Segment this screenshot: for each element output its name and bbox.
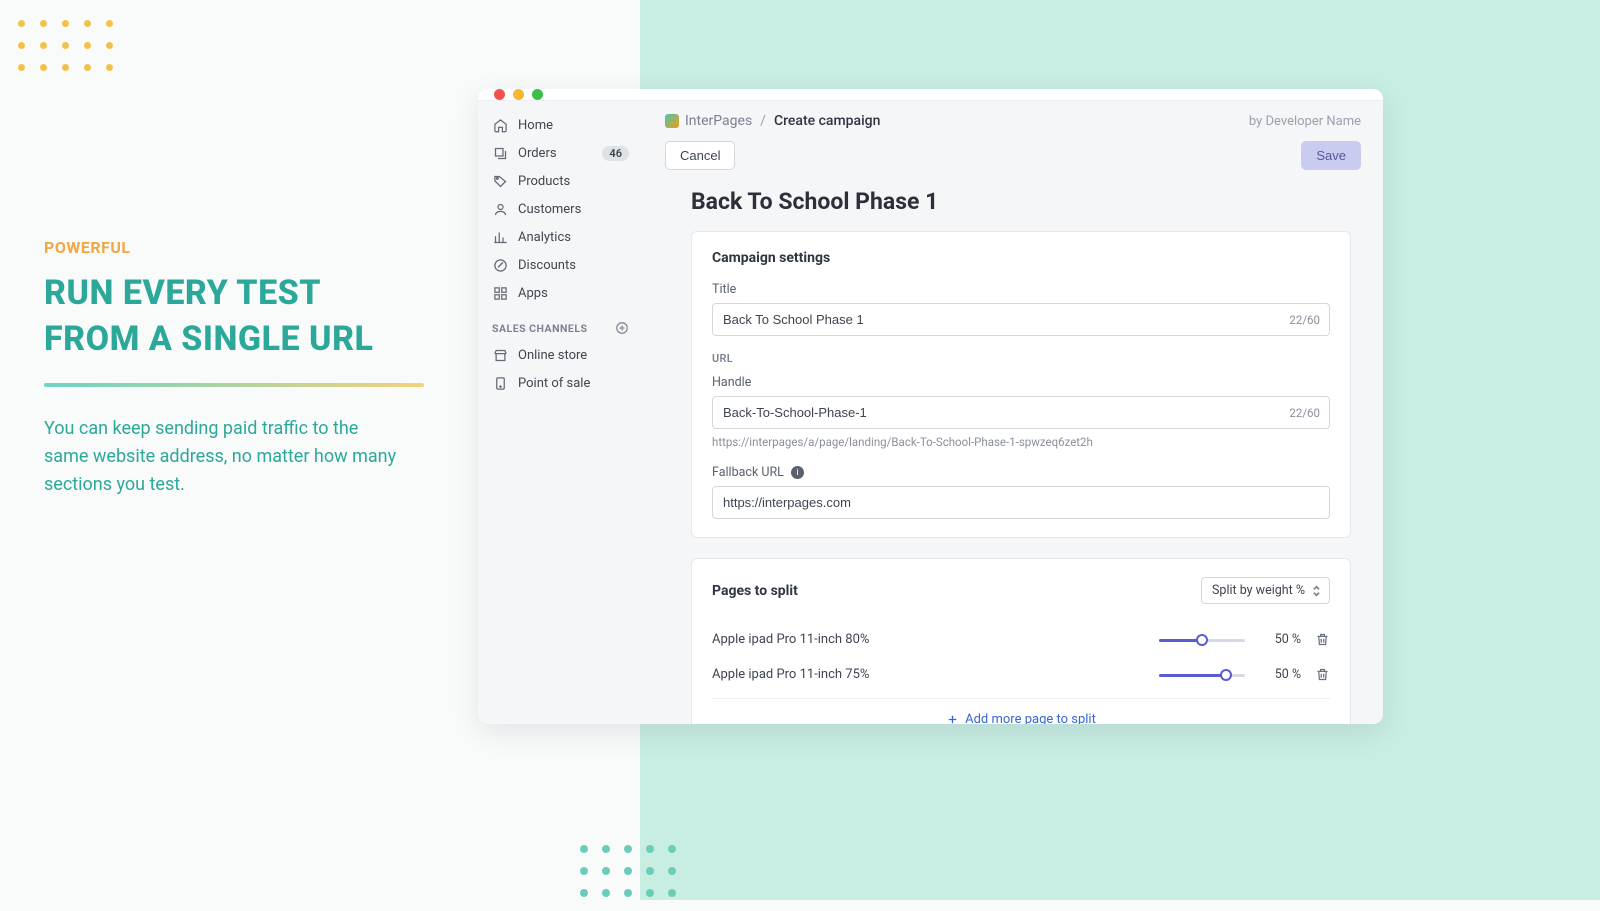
- info-icon[interactable]: i: [791, 466, 804, 479]
- brand-name: InterPages: [685, 113, 752, 129]
- app-brand[interactable]: InterPages: [665, 113, 752, 129]
- orders-badge: 46: [602, 146, 629, 161]
- pos-icon: [492, 375, 508, 391]
- maximize-icon[interactable]: [532, 89, 543, 100]
- url-section-label: URL: [712, 352, 1330, 365]
- sidebar-item-analytics[interactable]: Analytics: [478, 223, 643, 251]
- byline: by Developer Name: [1249, 114, 1361, 129]
- sidebar-item-orders[interactable]: Orders 46: [478, 139, 643, 167]
- sidebar-item-label: Point of sale: [518, 376, 629, 391]
- customers-icon: [492, 201, 508, 217]
- orders-icon: [492, 145, 508, 161]
- brand-logo-icon: [665, 114, 679, 128]
- marketing-copy: POWERFUL RUN EVERY TEST FROM A SINGLE UR…: [44, 238, 424, 498]
- sidebar-item-customers[interactable]: Customers: [478, 195, 643, 223]
- breadcrumb-separator: /: [760, 113, 766, 129]
- body-copy: You can keep sending paid traffic to the…: [44, 415, 404, 499]
- title-counter: 22/60: [1289, 313, 1320, 327]
- store-icon: [492, 347, 508, 363]
- products-icon: [492, 173, 508, 189]
- decoration-dots-top: [18, 20, 124, 82]
- delete-row-button[interactable]: [1315, 632, 1330, 647]
- sidebar-item-label: Apps: [518, 286, 629, 301]
- add-channel-icon[interactable]: [615, 321, 629, 335]
- fallback-input[interactable]: [712, 486, 1330, 519]
- decoration-dots-bottom: [580, 845, 690, 911]
- split-page-name: Apple ipad Pro 11-inch 75%: [712, 667, 1145, 682]
- weight-slider[interactable]: [1159, 668, 1245, 682]
- sidebar: Home Orders 46 Products Customers Analyt…: [478, 101, 643, 724]
- handle-hint: https://interpages/a/page/landing/Back-T…: [712, 435, 1330, 449]
- sidebar-item-label: Analytics: [518, 230, 629, 245]
- breadcrumb-current: Create campaign: [774, 113, 880, 129]
- section-label: SALES CHANNELS: [492, 322, 587, 335]
- split-row: Apple ipad Pro 11-inch 75% 50 %: [712, 657, 1330, 692]
- sidebar-item-label: Orders: [518, 146, 592, 161]
- page-title: Back To School Phase 1: [691, 188, 1351, 215]
- sidebar-item-products[interactable]: Products: [478, 167, 643, 195]
- save-button[interactable]: Save: [1301, 141, 1361, 170]
- sidebar-item-label: Discounts: [518, 258, 629, 273]
- campaign-settings-card: Campaign settings Title 22/60 URL Handle…: [691, 231, 1351, 538]
- headline: RUN EVERY TEST FROM A SINGLE URL: [44, 271, 424, 363]
- card-title: Pages to split: [712, 583, 798, 599]
- title-label: Title: [712, 282, 1330, 297]
- add-page-button[interactable]: Add more page to split: [946, 712, 1096, 724]
- sidebar-item-pos[interactable]: Point of sale: [478, 369, 643, 397]
- handle-label: Handle: [712, 375, 1330, 390]
- app-window: Home Orders 46 Products Customers Analyt…: [478, 89, 1383, 724]
- sidebar-item-discounts[interactable]: Discounts: [478, 251, 643, 279]
- title-input[interactable]: [712, 303, 1330, 336]
- minimize-icon[interactable]: [513, 89, 524, 100]
- handle-counter: 22/60: [1289, 406, 1320, 420]
- sidebar-section-channels: SALES CHANNELS: [478, 307, 643, 341]
- chevron-updown-icon: [1312, 585, 1321, 597]
- sidebar-item-label: Online store: [518, 348, 629, 363]
- sidebar-item-home[interactable]: Home: [478, 111, 643, 139]
- home-icon: [492, 117, 508, 133]
- sidebar-item-label: Customers: [518, 202, 629, 217]
- eyebrow: POWERFUL: [44, 238, 424, 257]
- cancel-button[interactable]: Cancel: [665, 141, 735, 170]
- sidebar-item-apps[interactable]: Apps: [478, 279, 643, 307]
- sidebar-item-label: Home: [518, 118, 629, 133]
- split-row: Apple ipad Pro 11-inch 80% 50 %: [712, 622, 1330, 657]
- split-mode-select[interactable]: Split by weight %: [1201, 577, 1330, 604]
- card-title: Campaign settings: [712, 250, 1330, 266]
- add-page-label: Add more page to split: [965, 712, 1096, 724]
- weight-value: 50 %: [1259, 667, 1301, 682]
- discounts-icon: [492, 257, 508, 273]
- window-chrome: [478, 89, 1383, 100]
- apps-icon: [492, 285, 508, 301]
- weight-value: 50 %: [1259, 632, 1301, 647]
- breadcrumb: InterPages / Create campaign by Develope…: [643, 101, 1383, 135]
- sidebar-item-label: Products: [518, 174, 629, 189]
- action-bar: Cancel Save: [643, 135, 1383, 182]
- weight-slider[interactable]: [1159, 633, 1245, 647]
- select-value: Split by weight %: [1212, 583, 1305, 598]
- pages-to-split-card: Pages to split Split by weight % Apple i…: [691, 558, 1351, 724]
- close-icon[interactable]: [494, 89, 505, 100]
- handle-input[interactable]: [712, 396, 1330, 429]
- analytics-icon: [492, 229, 508, 245]
- sidebar-item-online-store[interactable]: Online store: [478, 341, 643, 369]
- delete-row-button[interactable]: [1315, 667, 1330, 682]
- split-page-name: Apple ipad Pro 11-inch 80%: [712, 632, 1145, 647]
- fallback-label: Fallback URL i: [712, 465, 1330, 480]
- headline-rule: [44, 383, 424, 387]
